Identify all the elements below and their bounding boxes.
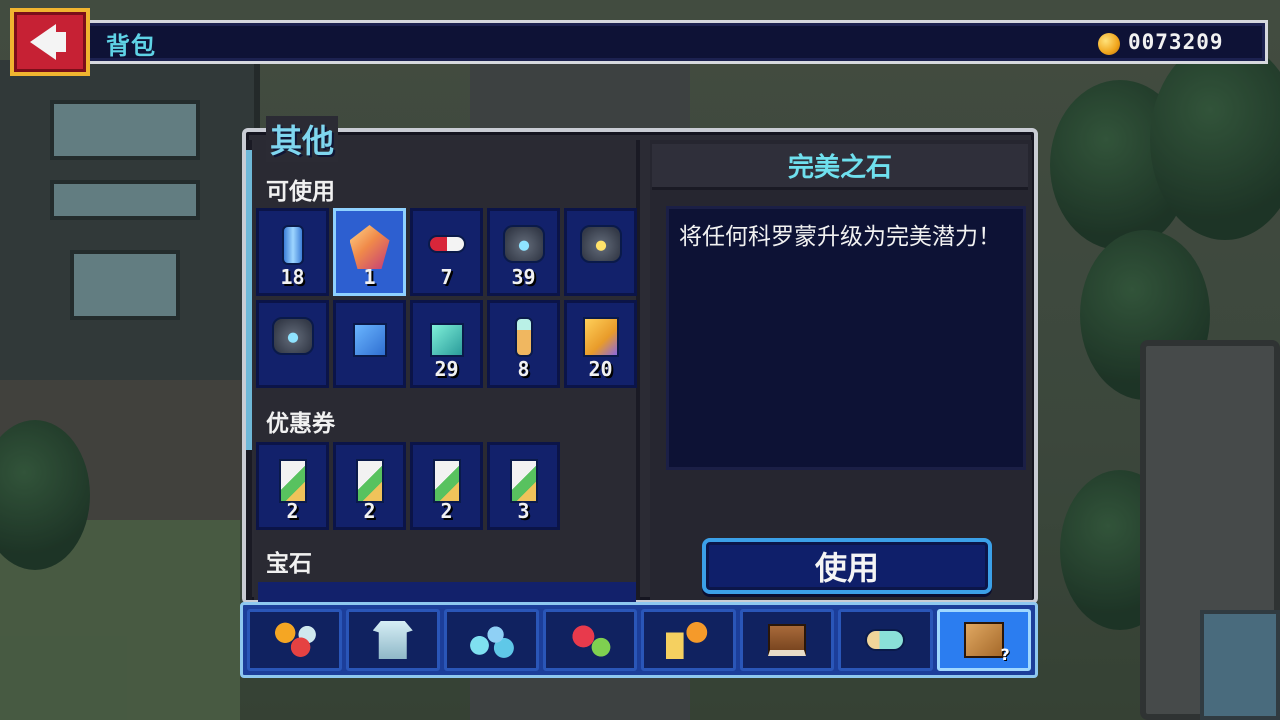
usable-items-grid: 18 1 7 39 29 8 20 [256,208,637,388]
heart-potion-icon [567,622,612,658]
item-slot[interactable]: 3 [487,442,560,530]
armor-icon [372,621,413,659]
section-label-coupons: 优惠券 [266,411,335,437]
item-count: 2 [286,499,299,523]
panel-title: 其他 [266,116,339,162]
mystery-box-icon: ? [963,622,1010,664]
category-tab-armor[interactable] [345,609,440,671]
item-count: 7 [440,265,453,289]
category-tabs: ? [240,602,1038,678]
category-tab-food[interactable] [247,609,342,671]
category-tab-orbs[interactable] [444,609,539,671]
category-tab-heart-potion[interactable] [542,609,637,671]
use-button[interactable]: 使用 [702,538,992,594]
coupon-items-grid: 2 2 2 3 [256,442,560,530]
gem-items-row [258,582,636,602]
left-arrow-icon [30,24,56,60]
category-tab-drinks[interactable] [641,609,736,671]
item-count: 8 [517,357,530,381]
item-count: 18 [280,265,305,289]
item-count: 2 [363,499,376,523]
category-tab-mystery-box[interactable]: ? [936,609,1031,671]
food-icon [272,622,317,658]
item-description: 将任何科罗蒙升级为完美潜力！ [666,206,1026,470]
item-slot[interactable] [564,208,637,296]
page-title: 背包 [106,32,156,60]
capsule-pill-icon [427,235,466,253]
category-tab-book[interactable] [739,609,834,671]
item-count: 39 [511,265,536,289]
item-slot[interactable]: 18 [256,208,329,296]
teal-diamond-icon [429,323,464,357]
orbs-icon [468,622,515,658]
category-tab-scroll[interactable] [838,609,933,671]
scroll-icon [865,629,906,651]
item-count: 20 [588,357,613,381]
blue-core-stone-icon [271,317,314,355]
coin-count: 0073209 [1128,30,1224,54]
scrollbar-thumb[interactable] [246,150,252,450]
drinks-icon [666,621,711,659]
item-slot[interactable]: 29 [410,300,483,388]
coupon-card-icon [355,459,384,503]
blue-cylinder-icon [281,225,304,265]
blue-core-stone-icon [502,225,545,263]
item-slot[interactable]: 2 [256,442,329,530]
item-slot[interactable] [333,300,406,388]
item-slot[interactable]: 1 [333,208,406,296]
back-button[interactable] [10,8,90,76]
blue-diamond-icon [352,323,387,357]
section-label-gems: 宝石 [266,551,312,577]
gold-coin-icon [1098,33,1120,55]
item-slot[interactable] [256,300,329,388]
section-label-usable: 可使用 [266,179,335,205]
item-count: 2 [440,499,453,523]
header-bar [86,20,1268,64]
item-slot[interactable]: 7 [410,208,483,296]
gold-core-stone-icon [579,225,622,263]
item-slot[interactable]: 39 [487,208,560,296]
potion-bottle-icon [514,317,533,357]
item-name: 完美之石 [652,144,1028,190]
item-slot[interactable]: 2 [333,442,406,530]
coupon-card-icon [509,459,538,503]
item-slot[interactable]: 2 [410,442,483,530]
item-count: 3 [517,499,530,523]
perfect-stone-gem-icon [349,225,390,269]
coupon-card-icon [432,459,461,503]
gold-scroll-icon [582,317,619,357]
book-icon [767,624,806,656]
item-slot[interactable]: 8 [487,300,560,388]
item-slot[interactable]: 20 [564,300,637,388]
coupon-card-icon [278,459,307,503]
item-count: 29 [434,357,459,381]
item-count: 1 [363,265,376,289]
